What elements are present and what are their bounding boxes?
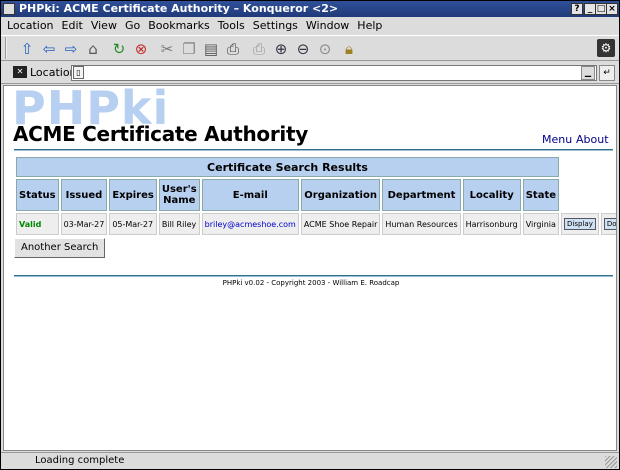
col-state[interactable]: State xyxy=(522,179,560,211)
menu-help[interactable]: Help xyxy=(352,17,385,34)
display-button[interactable]: Display xyxy=(564,218,596,230)
menu-bar: Location Edit View Go Bookmarks Tools Settings… xyxy=(1,17,619,34)
display-cell: Display xyxy=(561,213,599,235)
results-table: Certificate Search Results Status Issued… xyxy=(14,155,616,237)
konqueror-gear-icon[interactable]: ⚙ xyxy=(597,39,615,57)
org-name: ACME Certificate Authority xyxy=(13,122,308,146)
window-menu-icon[interactable] xyxy=(3,3,15,15)
locality-cell: Harrisonburg xyxy=(462,213,521,235)
col-users-name[interactable]: User's Name xyxy=(158,179,200,211)
konqueror-window: PHPki: ACME Certificate Authority – Konq… xyxy=(0,0,620,470)
resize-grip[interactable] xyxy=(605,456,617,468)
menu-window[interactable]: Window xyxy=(301,17,352,34)
col-expires[interactable]: Expires xyxy=(109,179,157,211)
email-link[interactable]: briley@acmeshoe.com xyxy=(201,213,299,235)
col-status[interactable]: Status xyxy=(16,179,59,211)
table-row: Valid 03-Mar-27 05-Mar-27 Bill Riley bri… xyxy=(16,213,616,235)
help-window-button[interactable]: ? xyxy=(571,3,583,15)
col-locality[interactable]: Locality xyxy=(462,179,521,211)
print-icon[interactable]: ⎙ xyxy=(223,39,243,59)
col-department[interactable]: Department xyxy=(382,179,461,211)
reload-icon[interactable]: ↻ xyxy=(109,39,129,59)
another-search-button[interactable]: Another Search xyxy=(14,238,106,258)
menu-location[interactable]: Location xyxy=(1,17,57,34)
cut-icon[interactable]: ✂ xyxy=(157,39,177,59)
go-icon[interactable]: ↵ xyxy=(599,65,615,81)
table-caption: Certificate Search Results xyxy=(16,157,560,177)
toolbar-grip[interactable] xyxy=(5,37,11,59)
home-icon[interactable]: ⌂ xyxy=(83,39,103,59)
status-cell: Valid xyxy=(16,213,59,235)
location-dropdown-icon[interactable]: ▁ xyxy=(581,66,595,80)
window-title: PHPki: ACME Certificate Authority – Konq… xyxy=(19,2,339,15)
clear-location-icon[interactable]: ✕ xyxy=(13,66,27,78)
print-frame-icon[interactable]: ⎙ xyxy=(249,39,269,59)
copy-icon[interactable]: ❐ xyxy=(179,39,199,59)
col-organization[interactable]: Organization xyxy=(300,179,381,211)
expires-cell: 05-Mar-27 xyxy=(109,213,157,235)
zoom-fit-icon[interactable]: ⊙ xyxy=(315,39,335,59)
stop-icon[interactable]: ⊗ xyxy=(131,39,151,59)
about-link[interactable]: About xyxy=(576,133,609,146)
issued-cell: 03-Mar-27 xyxy=(60,213,108,235)
footer-copyright: PHPki v0.02 - Copyright 2003 - William E… xyxy=(222,279,400,287)
page-view: PHPki ACME Certificate Authority Menu Ab… xyxy=(3,85,617,451)
location-toolbar: ✕ Location ▯ ▁ ↵ xyxy=(1,62,619,84)
state-cell: Virginia xyxy=(522,213,560,235)
location-label: Location xyxy=(30,66,77,79)
page-icon: ▯ xyxy=(73,66,84,79)
col-issued[interactable]: Issued xyxy=(60,179,108,211)
col-email[interactable]: E-mail xyxy=(201,179,299,211)
footer-divider xyxy=(14,275,613,277)
menu-bookmarks[interactable]: Bookmarks xyxy=(143,17,212,34)
download-button[interactable]: Download xyxy=(603,218,616,230)
department-cell: Human Resources xyxy=(382,213,461,235)
menu-go[interactable]: Go xyxy=(120,17,143,34)
forward-icon[interactable]: ⇨ xyxy=(61,39,81,59)
header-row: Status Issued Expires User's Name E-mail… xyxy=(16,179,616,211)
organization-cell: ACME Shoe Repair xyxy=(300,213,381,235)
menu-view[interactable]: View xyxy=(86,17,120,34)
main-toolbar: ⇧ ⇦ ⇨ ⌂ ↻ ⊗ ✂ ❐ ▤ ⎙ ⎙ ⊕ ⊖ ⊙ 🔒︎ ⚙ xyxy=(1,35,619,61)
paste-icon[interactable]: ▤ xyxy=(201,39,221,59)
menu-tools[interactable]: Tools xyxy=(213,17,248,34)
menu-edit[interactable]: Edit xyxy=(57,17,86,34)
status-text: Loading complete xyxy=(35,455,125,466)
menu-link[interactable]: Menu xyxy=(542,133,572,146)
zoom-in-icon[interactable]: ⊕ xyxy=(271,39,291,59)
status-bar: Loading complete xyxy=(1,452,619,469)
up-icon[interactable]: ⇧ xyxy=(17,39,37,59)
title-bar[interactable]: PHPki: ACME Certificate Authority – Konq… xyxy=(1,1,619,17)
menu-settings[interactable]: Settings xyxy=(248,17,301,34)
close-button[interactable]: × xyxy=(606,3,618,15)
zoom-out-icon[interactable]: ⊖ xyxy=(293,39,313,59)
name-cell: Bill Riley xyxy=(158,213,200,235)
back-icon[interactable]: ⇦ xyxy=(39,39,59,59)
security-lock-icon[interactable]: 🔒︎ xyxy=(339,39,359,59)
location-input[interactable] xyxy=(71,65,597,81)
header-divider xyxy=(14,149,613,151)
download-cell: Download xyxy=(600,213,616,235)
